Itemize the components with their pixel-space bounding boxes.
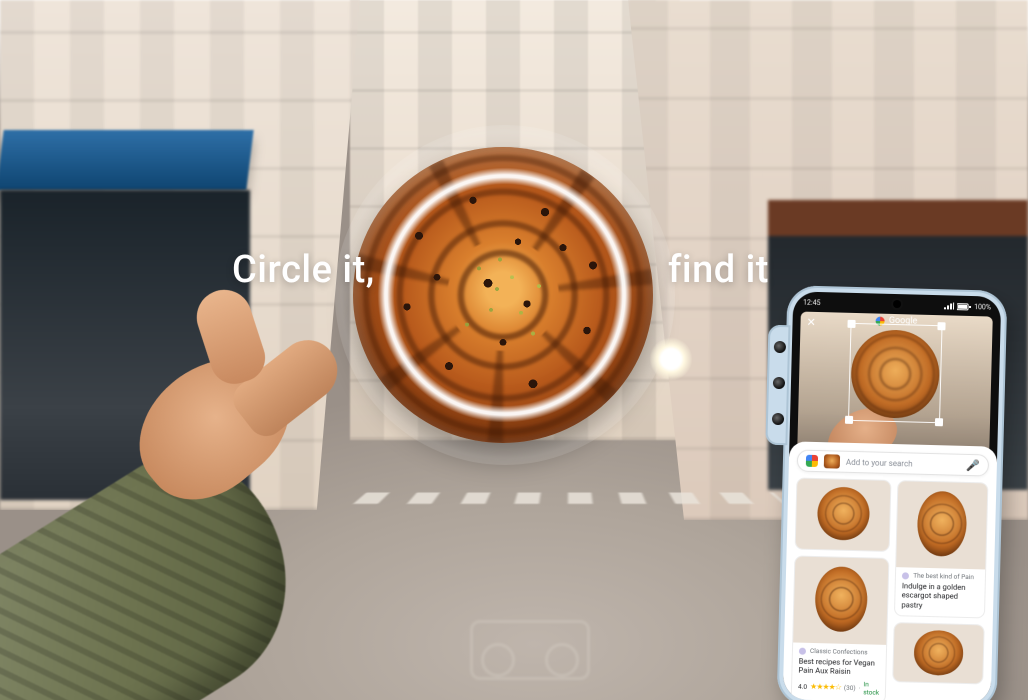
- result-card[interactable]: The best kind of Pain Indulge in a golde…: [894, 480, 988, 619]
- favicon-icon: [799, 647, 806, 654]
- star-icon: ★★★★☆: [810, 682, 841, 692]
- crop-handle-icon[interactable]: [847, 320, 855, 328]
- hero-text-right: find it: [668, 248, 769, 292]
- phone-screen: 12:45 100% ✕ Google: [783, 291, 1002, 700]
- search-image-chip[interactable]: [824, 454, 840, 468]
- status-time: 12:45: [803, 299, 821, 307]
- phone-mockup: 12:45 100% ✕ Google: [777, 285, 1008, 700]
- phone-camera-lens-icon: [773, 377, 785, 389]
- result-image: [896, 481, 987, 569]
- result-image: [793, 556, 888, 644]
- hero-text-left: Circle it,: [232, 248, 375, 292]
- result-source: The best kind of Pain: [902, 571, 979, 581]
- search-input[interactable]: Add to your search 🎤: [797, 450, 990, 477]
- result-source: Classic Confections: [799, 647, 880, 657]
- results-column-right: The best kind of Pain Indulge in a golde…: [892, 480, 989, 700]
- storefront-awning-left: [0, 130, 254, 190]
- phone-camera-lens-icon: [774, 341, 786, 353]
- pastry-pistachio: [353, 147, 653, 443]
- result-title: Best recipes for Vegan Pain Aux Raisin: [798, 657, 880, 678]
- result-title: Indulge in a golden escargot shaped past…: [901, 581, 979, 611]
- mic-icon[interactable]: 🎤: [966, 458, 980, 471]
- status-battery-text: 100%: [974, 303, 991, 311]
- result-image: [893, 624, 983, 684]
- crop-handle-icon[interactable]: [937, 322, 945, 330]
- phone-camera-lens-icon: [772, 413, 784, 425]
- result-rating: 4.0 ★★★★☆ (30) · In stock: [798, 679, 880, 697]
- crop-frame[interactable]: [848, 323, 943, 423]
- bike-lane-icon: [470, 620, 590, 680]
- crop-handle-icon[interactable]: [845, 416, 853, 424]
- result-source-label: The best kind of Pain: [913, 572, 974, 582]
- crop-handle-icon[interactable]: [935, 418, 943, 426]
- result-source-label: Classic Confections: [810, 647, 868, 657]
- lens-capture-preview: ✕ Google: [797, 312, 993, 457]
- promo-scene: Circle it, find it 12:45 100%: [0, 0, 1028, 700]
- pastry-escargot: [353, 147, 653, 443]
- result-image: [796, 479, 891, 551]
- stock-status: In stock: [863, 680, 879, 696]
- signal-icon: [944, 302, 954, 310]
- favicon-icon: [902, 572, 909, 579]
- google-g-icon: [806, 455, 818, 467]
- circle-to-search-glint: [650, 338, 692, 380]
- search-placeholder: Add to your search: [846, 457, 960, 469]
- result-card[interactable]: Classic Confections Best recipes for Veg…: [791, 555, 890, 700]
- results-grid: Classic Confections Best recipes for Veg…: [791, 477, 989, 700]
- result-card[interactable]: [795, 477, 892, 551]
- result-card[interactable]: [892, 623, 984, 685]
- rating-count: (30): [844, 684, 856, 692]
- results-sheet: Add to your search 🎤: [783, 441, 998, 700]
- results-column-left: Classic Confections Best recipes for Veg…: [791, 477, 892, 700]
- battery-icon: [957, 303, 971, 311]
- rating-value: 4.0: [798, 683, 807, 691]
